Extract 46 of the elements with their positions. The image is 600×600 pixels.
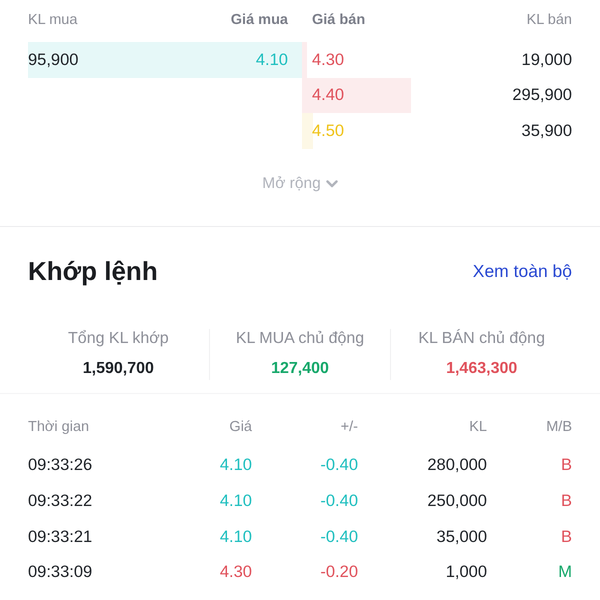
volume-cell: 1,000 <box>446 562 487 582</box>
view-all-link[interactable]: Xem toàn bộ <box>472 260 572 282</box>
column-header: +/- <box>340 418 358 437</box>
column-header: Giá mua <box>230 11 288 30</box>
column-header: KL bán <box>526 11 572 30</box>
column-header: Giá bán <box>312 11 366 30</box>
bid-price: 4.10 <box>256 50 288 70</box>
column-header: Thời gian <box>28 418 90 437</box>
stat-value: 127,400 <box>271 358 329 378</box>
time-cell: 09:33:26 <box>28 455 92 476</box>
price-cell: 4.30 <box>220 562 252 582</box>
side-cell: B <box>560 526 572 547</box>
volume-cell: 250,000 <box>427 491 487 512</box>
stat-value: 1,463,300 <box>446 358 518 378</box>
ask-price: 4.50 <box>312 120 344 141</box>
chevron-down-icon <box>326 180 338 188</box>
stat-label: KL BÁN chủ động <box>418 328 545 348</box>
price-cell: 4.10 <box>220 526 252 547</box>
column-header: M/B <box>546 418 572 437</box>
change-cell: -0.40 <box>320 455 358 476</box>
column-header: KL mua <box>28 11 78 30</box>
ask-volume: 19,000 <box>522 50 572 70</box>
time-cell: 09:33:22 <box>28 491 92 512</box>
time-cell: 09:33:09 <box>28 562 92 582</box>
column-header: KL <box>469 418 487 437</box>
stat-label: KL MUA chủ động <box>236 328 364 348</box>
stat-label: Tổng KL khớp <box>68 328 169 348</box>
ask-price: 4.40 <box>312 85 344 106</box>
change-cell: -0.40 <box>320 526 358 547</box>
change-cell: -0.40 <box>320 491 358 512</box>
side-cell: B <box>560 491 572 512</box>
section-title: Khớp lệnh <box>28 254 158 286</box>
price-cell: 4.10 <box>220 491 252 512</box>
price-cell: 4.10 <box>220 455 252 476</box>
time-cell: 09:33:21 <box>28 526 92 547</box>
side-cell: M <box>558 562 572 582</box>
volume-cell: 280,000 <box>427 455 487 476</box>
change-cell: -0.20 <box>320 562 358 582</box>
ask-price: 4.30 <box>312 50 344 70</box>
volume-cell: 35,000 <box>436 526 487 547</box>
side-cell: B <box>560 455 572 476</box>
stat-value: 1,590,700 <box>82 358 154 378</box>
column-header: Giá <box>229 418 252 437</box>
ask-volume: 295,900 <box>512 85 572 106</box>
ask-volume: 35,900 <box>522 120 572 141</box>
bid-volume: 95,900 <box>28 50 78 70</box>
